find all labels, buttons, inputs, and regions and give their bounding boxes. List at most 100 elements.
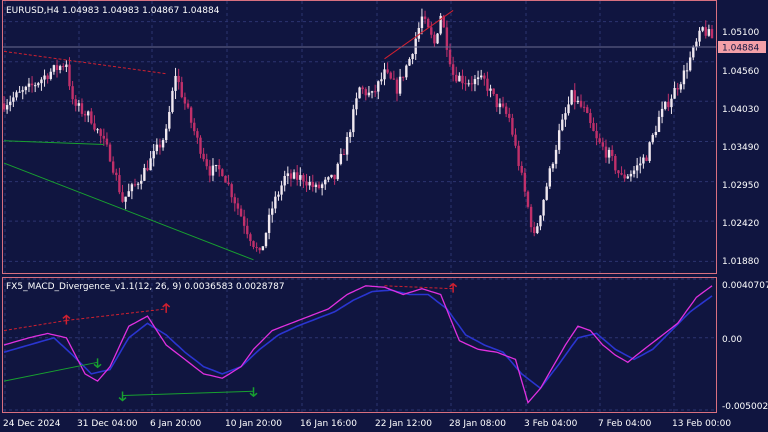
candle-body xyxy=(218,165,221,170)
candle-body xyxy=(592,123,595,131)
candle-body xyxy=(604,146,608,158)
candle-body xyxy=(342,154,346,156)
candle-body xyxy=(87,111,90,116)
candle-body xyxy=(595,130,598,139)
candle-body xyxy=(433,34,436,44)
candle-body xyxy=(239,208,243,217)
candle-body xyxy=(455,74,458,82)
candle-body xyxy=(420,16,424,28)
price-label: 1.02950 xyxy=(722,181,759,191)
candle-body xyxy=(143,167,146,181)
candle-body xyxy=(227,182,230,185)
time-label: 24 Dec 2024 xyxy=(3,419,61,429)
candle-body xyxy=(214,165,218,167)
price-label: 1.02420 xyxy=(722,219,759,229)
candle-body xyxy=(598,138,601,143)
price-label: 1.04030 xyxy=(722,105,759,115)
candle-body xyxy=(688,57,692,71)
trading-chart-window[interactable]: EURUSD,H4 1.04983 1.04983 1.04867 1.0488… xyxy=(0,0,768,432)
candle-body xyxy=(610,149,614,156)
candle-body xyxy=(274,196,277,209)
candle-body xyxy=(695,41,698,47)
candle-body xyxy=(96,129,99,131)
candle-body xyxy=(639,163,642,166)
candle-body xyxy=(395,79,399,94)
candle-body xyxy=(551,163,555,169)
candle-body xyxy=(183,97,187,104)
candle-body xyxy=(180,82,183,98)
candle-body xyxy=(657,116,661,132)
candle-body xyxy=(277,194,280,197)
candle-body xyxy=(205,159,208,167)
candle-body xyxy=(27,83,31,87)
candle-body xyxy=(258,247,261,251)
candle-body xyxy=(24,86,28,91)
candle-body xyxy=(314,184,318,187)
candle-body xyxy=(261,246,265,251)
candle-body xyxy=(377,81,380,92)
candle-body xyxy=(539,215,542,227)
candle-body xyxy=(121,192,124,202)
candle-body xyxy=(498,103,502,108)
candle-body xyxy=(542,199,545,216)
candle-body xyxy=(202,153,205,160)
price-label: 1.04560 xyxy=(722,67,759,77)
candle-body xyxy=(617,170,620,174)
price-chart[interactable]: EURUSD,H4 1.04983 1.04983 1.04867 1.0488… xyxy=(0,0,768,432)
candle-body xyxy=(355,98,358,110)
candle-body xyxy=(105,138,109,145)
candle-body xyxy=(345,137,349,155)
candle-body xyxy=(589,113,592,124)
candle-body xyxy=(267,214,271,233)
candle-body xyxy=(635,165,639,171)
candle-body xyxy=(414,38,417,55)
candle-body xyxy=(501,103,505,107)
candle-body xyxy=(504,106,508,114)
candle-body xyxy=(208,166,212,176)
candle-body xyxy=(99,129,102,136)
candle-body xyxy=(645,157,648,161)
indicator-value-label: 0.00 xyxy=(722,335,742,345)
time-label: 10 Jan 20:00 xyxy=(225,419,282,429)
candle-body xyxy=(74,99,77,106)
indicator-pane-title: FX5_MACD_Divergence_v1.1(12, 26, 9) 0.00… xyxy=(6,282,285,292)
candle-body xyxy=(5,105,9,110)
candle-body xyxy=(211,165,215,176)
candle-body xyxy=(317,184,321,189)
time-label: 13 Feb 00:00 xyxy=(672,419,731,429)
candle-body xyxy=(402,76,405,78)
candle-body xyxy=(701,27,704,31)
candle-body xyxy=(171,90,174,112)
candle-body xyxy=(68,64,71,87)
candle-body xyxy=(40,79,43,84)
time-label: 3 Feb 04:00 xyxy=(524,419,578,429)
candle-body xyxy=(430,27,433,35)
candle-body xyxy=(133,184,137,186)
candle-body xyxy=(392,78,396,80)
candle-body xyxy=(280,185,283,195)
candle-body xyxy=(52,65,56,72)
candle-body xyxy=(9,101,12,106)
price-label: 1.03490 xyxy=(722,143,759,153)
candle-body xyxy=(115,172,118,176)
candle-body xyxy=(18,91,21,93)
candle-body xyxy=(324,179,327,185)
current-price-label: 1.04884 xyxy=(722,44,759,54)
candle-body xyxy=(286,173,290,176)
candle-body xyxy=(236,203,240,209)
candle-body xyxy=(333,174,336,180)
candle-body xyxy=(37,83,40,86)
candle-body xyxy=(405,65,408,78)
candle-body xyxy=(330,174,333,178)
candle-body xyxy=(567,104,570,114)
candle-body xyxy=(252,241,255,248)
candle-body xyxy=(352,109,355,133)
candle-body xyxy=(380,79,383,82)
candle-body xyxy=(620,173,623,175)
candle-body xyxy=(386,69,389,73)
candle-body xyxy=(43,75,46,80)
candle-body xyxy=(30,83,34,86)
candle-body xyxy=(448,49,452,65)
candle-body xyxy=(21,90,24,92)
candle-body xyxy=(660,108,664,117)
